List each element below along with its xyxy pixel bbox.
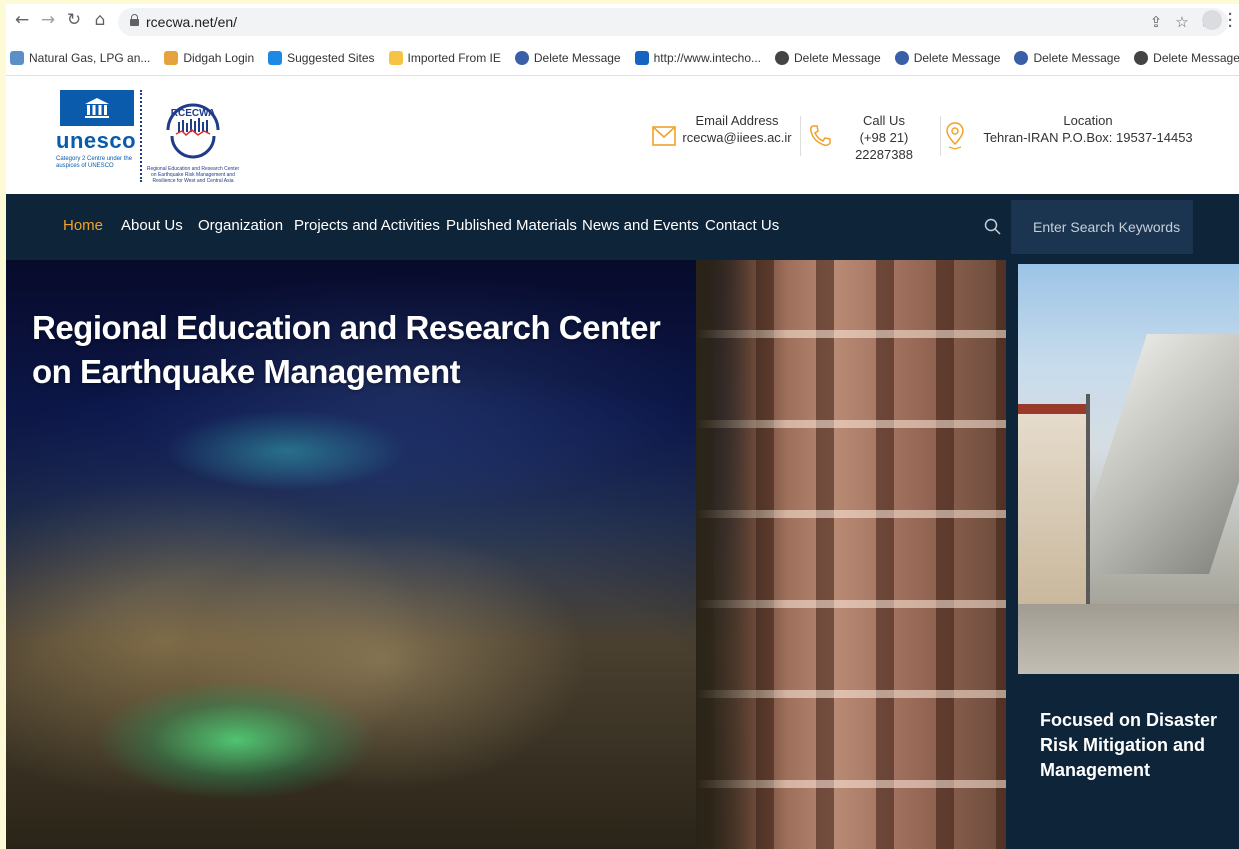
call-value[interactable]: (+98 21) 22287388	[832, 129, 936, 163]
bookmark-label: Didgah Login	[183, 50, 255, 65]
reload-icon[interactable]: ↻	[62, 8, 86, 32]
globe-favicon	[1134, 50, 1149, 65]
call-label: Call Us	[863, 113, 905, 128]
envelope-icon	[652, 126, 676, 146]
unesco-temple-icon	[60, 90, 134, 126]
bookmark-label: Natural Gas, LPG an...	[29, 50, 151, 65]
collapsed-building-photo	[1018, 264, 1239, 674]
bookmark-label: Delete Message	[1033, 50, 1121, 65]
location-pin-icon	[946, 122, 964, 150]
hero-side-caption: Focused on Disaster Risk Mitigation and …	[1040, 710, 1218, 780]
street-ground-shape	[1018, 604, 1239, 674]
hero-building-blend	[696, 260, 786, 849]
main-navbar: Home About Us Organization Projects and …	[6, 194, 1239, 260]
bookmark-item[interactable]: Imported From IE	[388, 50, 501, 65]
nav-projects-and-activities[interactable]: Projects and Activities	[294, 217, 440, 234]
url-text[interactable]: rcecwa.net/en/	[146, 14, 237, 30]
nav-published-materials[interactable]: Published Materials	[446, 217, 577, 234]
bookmark-item[interactable]: Suggested Sites	[268, 50, 375, 65]
profile-icon[interactable]	[1202, 10, 1222, 30]
bookmark-item[interactable]: Delete Message	[1134, 50, 1239, 65]
unesco-logo[interactable]: unesco Category 2 Centre under the auspi…	[56, 90, 142, 182]
share-icon[interactable]: ⇪	[1146, 12, 1166, 32]
nav-about-us[interactable]: About Us	[121, 217, 183, 234]
nav-contact-us[interactable]: Contact Us	[705, 217, 779, 234]
search-box[interactable]	[1011, 200, 1193, 254]
bookmark-label: Delete Message	[533, 50, 621, 65]
utility-pole-shape	[1086, 394, 1090, 614]
location-label: Location	[1063, 113, 1113, 128]
bookmark-item[interactable]: Didgah Login	[164, 50, 255, 65]
home-icon[interactable]: ⌂	[88, 8, 112, 32]
globe-favicon	[775, 50, 789, 65]
didgah-favicon	[164, 50, 179, 65]
bookmark-item[interactable]: Natural Gas, LPG an...	[10, 50, 151, 65]
bookmark-item[interactable]: http://www.intecho...	[634, 50, 761, 65]
phone-icon	[810, 125, 831, 146]
nav-news-and-events[interactable]: News and Events	[582, 217, 699, 234]
bookmark-item[interactable]: Delete Message	[1014, 50, 1121, 65]
bookmark-item[interactable]: Delete Message	[514, 50, 621, 65]
bookmark-star-icon[interactable]: ☆	[1172, 12, 1192, 32]
rcecwa-fullname: Regional Education and Research Center o…	[146, 166, 240, 184]
bookmark-label: Suggested Sites	[287, 50, 375, 65]
logo-divider	[140, 90, 142, 182]
lock-icon[interactable]	[130, 14, 139, 26]
contact-divider	[800, 116, 801, 156]
folder-icon	[388, 50, 403, 65]
rcecwa-acronym: RCECWA	[171, 108, 215, 119]
bookmark-item[interactable]: Delete Message	[894, 50, 1001, 65]
hero-banner: Regional Education and Research Center o…	[6, 260, 1239, 849]
phone-contact: Call Us (+98 21) 22287388	[832, 112, 936, 163]
hero-side-panel: Focused on Disaster Risk Mitigation and …	[1006, 260, 1239, 849]
browser-toolbar: ← → ↻ ⌂ rcecwa.net/en/ ⇪ ☆ ▢ ···	[6, 4, 1239, 40]
email-value[interactable]: rcecwa@iiees.ac.ir	[678, 129, 796, 146]
location-contact: Location Tehran-IRAN P.O.Box: 19537-1445…	[972, 112, 1204, 146]
nav-home[interactable]: Home	[63, 217, 103, 234]
bookmark-label: Delete Message	[913, 50, 1001, 65]
collapsed-building-shape	[1069, 334, 1239, 574]
bookmark-label: Delete Message	[794, 50, 881, 65]
unesco-category-text: Category 2 Centre under the auspices of …	[56, 156, 133, 169]
webmail-favicon	[514, 50, 529, 65]
bookmark-item[interactable]: Delete Message	[775, 50, 881, 65]
unesco-wordmark: unesco	[56, 128, 137, 153]
search-input[interactable]	[1033, 216, 1188, 238]
intecho-favicon	[634, 50, 649, 65]
nav-organization[interactable]: Organization	[198, 217, 283, 234]
contact-divider	[940, 116, 941, 156]
hero-title: Regional Education and Research Center o…	[32, 309, 661, 390]
rcecwa-emblem-icon: RCECWA	[166, 103, 220, 159]
house-shape	[1018, 414, 1088, 604]
bookmark-label: http://www.intecho...	[653, 50, 761, 65]
email-label: Email Address	[695, 113, 779, 128]
menu-icon[interactable]: · · ·	[1228, 7, 1236, 34]
bing-favicon	[268, 50, 283, 65]
location-value: Tehran-IRAN P.O.Box: 19537-14453	[983, 130, 1193, 145]
forward-arrow-icon[interactable]: →	[36, 8, 60, 32]
site-header: unesco Category 2 Centre under the auspi…	[6, 76, 1239, 194]
bookmark-label: Delete Message	[1153, 50, 1239, 65]
rcecwa-logo[interactable]: RCECWA Regional Education and Research C…	[146, 90, 240, 184]
webmail-favicon	[894, 50, 909, 65]
natural-gas-favicon	[10, 50, 24, 65]
back-arrow-icon[interactable]: ←	[10, 8, 34, 32]
browser-window: ← → ↻ ⌂ rcecwa.net/en/ ⇪ ☆ ▢ ··· Natural…	[6, 4, 1239, 849]
email-contact: Email Address rcecwa@iiees.ac.ir	[678, 112, 796, 146]
bookmarks-bar: Natural Gas, LPG an... Didgah Login Sugges…	[6, 40, 1239, 76]
search-icon[interactable]	[984, 218, 1002, 236]
bookmark-label: Imported From IE	[407, 50, 501, 65]
address-bar[interactable]: rcecwa.net/en/ ⇪ ☆ ▢	[118, 8, 1228, 36]
webmail-favicon	[1014, 50, 1029, 65]
